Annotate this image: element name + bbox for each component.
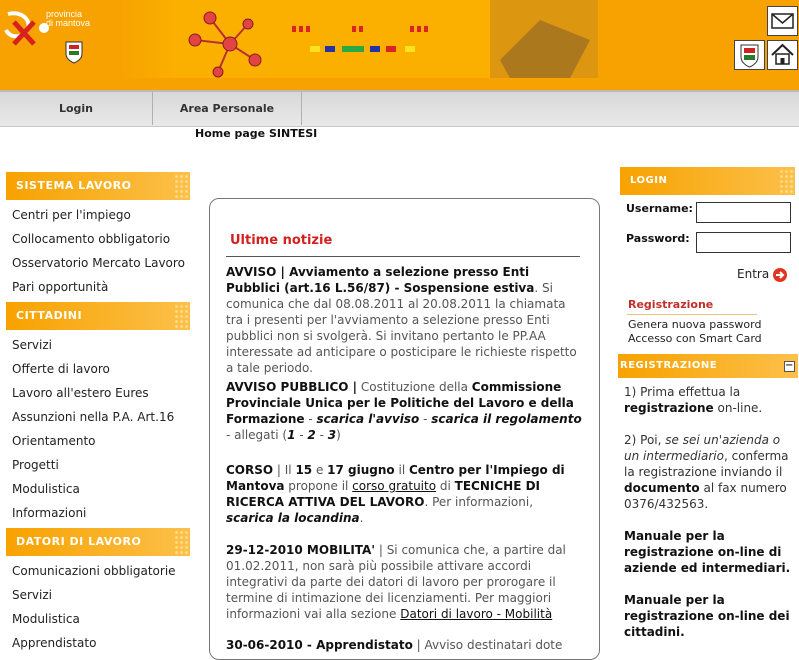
registration-step-1: 1) Prima effettua la registrazione on-li… (624, 385, 763, 415)
section-title: SISTEMA LAVORO (16, 179, 132, 192)
arrow-right-icon (776, 271, 785, 279)
tab-login[interactable]: Login (0, 92, 153, 125)
logo-text: provincia di mantova (46, 10, 90, 28)
news-item: CORSO | Il 15 e 17 giugno il Centro per … (226, 463, 565, 525)
sidebar-item-osservatorio[interactable]: Osservatorio Mercato Lavoro (12, 256, 185, 270)
sidebar-item-modulistica[interactable]: Modulistica (12, 482, 80, 496)
news-heading-strong: Sospensione estiva (403, 281, 535, 295)
arrow-right-icon[interactable] (773, 268, 787, 282)
coat-of-arms-icon (740, 44, 759, 68)
scarica-locandina-link[interactable]: scarica la locandina (226, 511, 360, 525)
sidebar-item-comunicazioni[interactable]: Comunicazioni obbligatorie (12, 564, 176, 578)
logo-line2: di mantova (46, 18, 91, 28)
entra-button[interactable]: Entra (737, 267, 769, 281)
scarica-regolamento-link[interactable]: scarica il regolamento (431, 412, 581, 426)
home-button[interactable] (767, 40, 798, 70)
coat-of-arms-button[interactable] (734, 40, 765, 70)
sidebar-item-servizi[interactable]: Servizi (12, 338, 52, 352)
news-item: 30-06-2010 - Apprendistato | Avviso dest… (226, 638, 563, 652)
divider (627, 314, 757, 315)
molecule-icon (120, 0, 598, 78)
news-item: 29-12-2010 MOBILITA' | Si comunica che, … (226, 543, 566, 621)
sidebar-section-sistema-lavoro: SISTEMA LAVORO (6, 172, 190, 200)
sidebar-item-informazioni[interactable]: Informazioni (12, 506, 86, 520)
mail-button[interactable] (767, 6, 798, 36)
news-divider (226, 256, 580, 257)
section-title: DATORI DI LAVORO (16, 535, 142, 548)
username-input[interactable] (696, 202, 791, 223)
sidebar-item-offerte[interactable]: Offerte di lavoro (12, 362, 110, 376)
registration-step-2: 2) Poi, se sei un'azienda o un intermedi… (624, 433, 789, 511)
news-item: AVVISO | Avviamento a selezione presso E… (226, 264, 584, 376)
login-box-header: LOGIN (620, 167, 795, 195)
news-heading: AVVISO PUBBLICO | (226, 380, 358, 394)
sidebar-item-pari-opportunita[interactable]: Pari opportunità (12, 280, 108, 294)
tab-area-personale[interactable]: Area Personale (153, 92, 302, 125)
sidebar-item-progetti[interactable]: Progetti (12, 458, 59, 472)
sidebar-item-orientamento[interactable]: Orientamento (12, 434, 95, 448)
allegato-3-link[interactable]: 3 (328, 428, 336, 442)
news-heading: CORSO (226, 463, 274, 477)
banner-fade (120, 0, 180, 78)
breadcrumb: Home page SINTESI (195, 127, 318, 140)
coat-of-arms-icon (65, 41, 83, 64)
news-title: Ultime notizie (230, 233, 333, 248)
smart-card-link[interactable]: Accesso con Smart Card (628, 332, 762, 345)
scarica-avviso-link[interactable]: scarica l'avviso (316, 412, 419, 426)
allegato-2-link[interactable]: 2 (307, 428, 315, 442)
sidebar-item-apprendistato[interactable]: Apprendistato (12, 636, 96, 650)
registration-box-title: REGISTRAZIONE (620, 360, 718, 371)
news-heading: 29-12-2010 MOBILITA' (226, 543, 376, 557)
sidebar-item-servizi-datori[interactable]: Servizi (12, 588, 52, 602)
manuale-aziende-link[interactable]: Manuale per la registrazione on-line di … (624, 528, 794, 576)
sidebar-item-collocamento[interactable]: Collocamento obbligatorio (12, 232, 170, 246)
banner-graphic (120, 0, 598, 78)
manuale-cittadini-link[interactable]: Manuale per la registrazione on-line dei… (624, 592, 794, 640)
username-label: Username: (626, 202, 693, 215)
home-icon (771, 43, 794, 65)
registration-box-header: REGISTRAZIONE − (618, 354, 798, 378)
collapse-icon[interactable]: − (784, 361, 795, 372)
sidebar-section-datori: DATORI DI LAVORO (6, 528, 190, 556)
password-label: Password: (626, 232, 690, 245)
corso-gratuito-link[interactable]: corso gratuito (352, 479, 436, 493)
sidebar-item-modulistica-datori[interactable]: Modulistica (12, 612, 80, 626)
sidebar-item-centri-impiego[interactable]: Centri per l'impiego (12, 208, 131, 222)
news-item: AVVISO PUBBLICO | Costituzione della Com… (226, 380, 582, 442)
section-title: CITTADINI (16, 309, 83, 322)
genera-password-link[interactable]: Genera nuova password (628, 318, 761, 331)
login-box-title: LOGIN (630, 175, 668, 186)
news-body: . Si comunica che dal 08.08.2011 al 20.0… (226, 281, 577, 375)
registrazione-heading: Registrazione (628, 298, 714, 311)
sidebar-item-eures[interactable]: Lavoro all'estero Eures (12, 386, 149, 400)
mail-icon (771, 13, 794, 29)
password-input[interactable] (696, 232, 791, 253)
datori-mobilita-link[interactable]: Datori di lavoro - Mobilità (400, 607, 552, 621)
sidebar-item-assunzioni[interactable]: Assunzioni nella P.A. Art.16 (12, 410, 174, 424)
news-heading: 30-06-2010 - Apprendistato (226, 638, 413, 652)
sidebar-section-cittadini: CITTADINI (6, 302, 190, 330)
